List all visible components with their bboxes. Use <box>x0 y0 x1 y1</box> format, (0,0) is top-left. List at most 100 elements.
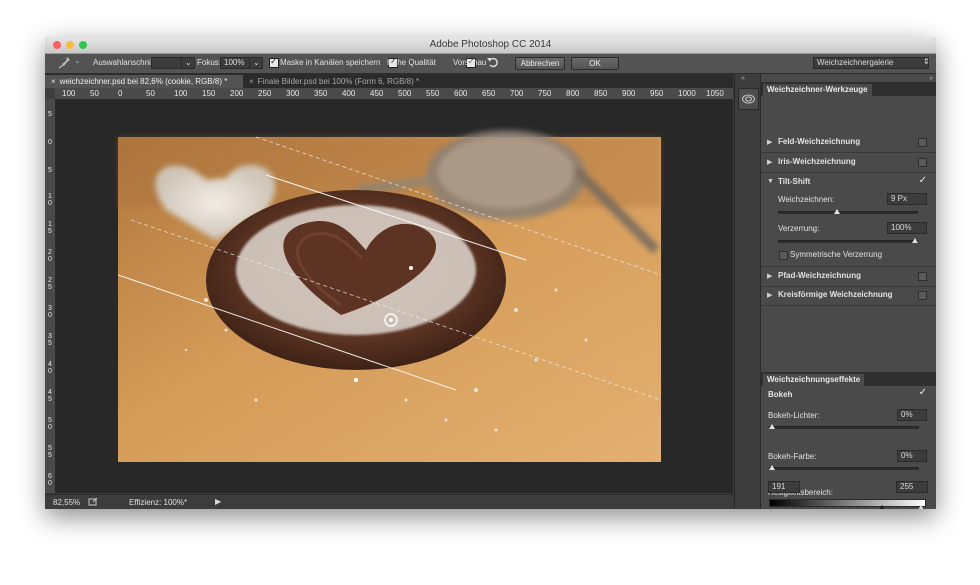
ruler-label: 500 <box>398 89 412 98</box>
ruler-label: 450 <box>370 89 384 98</box>
bokeh-check-icon[interactable]: ✓ <box>919 387 927 398</box>
panel-title[interactable]: Weichzeichner-Werkzeuge <box>763 84 872 96</box>
section-label: Iris-Weichzeichnung <box>778 157 856 166</box>
tab-label: Finale Bilder.psd bei 100% (Form 6, RGB/… <box>257 77 420 86</box>
expand-arrow-icon[interactable]: ▶ <box>767 158 772 166</box>
ruler-label: 0 <box>48 139 52 146</box>
expand-arrow-icon[interactable]: ▶ <box>767 291 772 299</box>
enable-checkbox[interactable] <box>918 138 927 147</box>
canvas-area[interactable] <box>56 100 733 493</box>
high-quality-label: Hohe Qualität <box>387 58 436 67</box>
ruler-label: 5 <box>48 167 52 174</box>
ruler-label: 700 <box>510 89 524 98</box>
ruler-label: 0 <box>118 89 123 98</box>
ok-button[interactable]: OK <box>571 57 619 70</box>
section-label: Pfad-Weichzeichnung <box>778 271 861 280</box>
document-tab-bar: × weichzeichner.psd bei 82,6% (cookie, RG… <box>45 74 733 88</box>
blur-gallery-panel-icon[interactable] <box>738 88 759 110</box>
section-iris-weichzeichnung[interactable]: ▶ Iris-Weichzeichnung <box>761 153 936 173</box>
brightness-gradient-bar[interactable] <box>769 499 926 507</box>
enable-checkbox[interactable] <box>918 291 927 300</box>
zoom-level[interactable]: 82,55% <box>53 498 80 507</box>
pin-icon[interactable] <box>58 56 72 69</box>
bokeh-lights-input[interactable]: 0% <box>897 409 927 421</box>
ruler-label: 850 <box>594 89 608 98</box>
blur-slider-thumb[interactable] <box>834 209 840 214</box>
focus-dropdown-icon[interactable]: ⌄ <box>249 57 263 69</box>
title-bar: Adobe Photoshop CC 2014 <box>45 37 936 54</box>
bokeh-color-slider-thumb[interactable] <box>769 465 775 470</box>
ruler-label: 3 0 <box>48 305 52 319</box>
ruler-label: 1 0 <box>48 193 52 207</box>
bokeh-lights-slider-thumb[interactable] <box>769 424 775 429</box>
section-label: Kreisförmige Weichzeichnung <box>778 290 893 299</box>
section-pfad-weichzeichnung[interactable]: ▶ Pfad-Weichzeichnung <box>761 266 936 287</box>
symmetric-checkbox[interactable] <box>779 251 788 260</box>
enable-checkbox[interactable] <box>918 158 927 167</box>
ruler-label: 950 <box>650 89 664 98</box>
distortion-slider-thumb[interactable] <box>912 238 918 243</box>
blur-input[interactable]: 9 Px <box>887 193 927 205</box>
vertical-ruler: 5 0 5 1 0 1 5 2 0 2 5 3 0 3 5 4 0 4 5 5 … <box>45 99 56 493</box>
distortion-slider-track[interactable] <box>778 240 918 243</box>
tab-finale-bilder[interactable]: × Finale Bilder.psd bei 100% (Form 6, RGB… <box>243 75 449 88</box>
preview-label: Vorschau <box>453 58 487 67</box>
section-kreisfoermige-weichzeichnung[interactable]: ▶ Kreisförmige Weichzeichnung <box>761 286 936 306</box>
collapse-arrow-icon[interactable]: ▼ <box>767 178 774 185</box>
bokeh-lights-slider-track[interactable] <box>769 426 919 429</box>
export-icon[interactable] <box>88 497 98 506</box>
brightness-max-thumb[interactable] <box>918 505 924 509</box>
efficiency-label: Effizienz: 100%* <box>129 498 188 507</box>
ruler-label: 350 <box>314 89 328 98</box>
effects-panel-header: Weichzeichnungseffekte <box>761 372 936 386</box>
focus-input[interactable]: 100% <box>220 57 252 69</box>
save-mask-checkbox[interactable] <box>269 56 279 68</box>
bokeh-color-slider-track[interactable] <box>769 467 919 470</box>
status-menu-arrow-icon[interactable]: ▶ <box>215 497 221 506</box>
expand-arrow-icon[interactable]: ▶ <box>767 138 772 146</box>
section-feld-weichzeichnung[interactable]: ▶ Feld-Weichzeichnung <box>761 133 936 153</box>
tool-preset-chevron-icon[interactable]: ⌄ <box>74 56 81 65</box>
undo-icon[interactable] <box>486 55 500 69</box>
ruler-label: 4 5 <box>48 389 52 403</box>
tab-close-icon[interactable]: × <box>51 77 56 86</box>
enable-checkbox[interactable] <box>918 272 927 281</box>
ruler-label: 400 <box>342 89 356 98</box>
workspace-dropdown-icon[interactable]: ⇕ <box>923 57 930 66</box>
bokeh-label: Bokeh <box>768 390 793 399</box>
panel-header: Weichzeichner-Werkzeuge <box>761 82 936 96</box>
bokeh-color-label: Bokeh-Farbe: <box>768 452 817 461</box>
selection-dropdown-icon[interactable]: ⌄ <box>181 57 195 69</box>
symmetric-label: Symmetrische Verzerrung <box>790 250 883 259</box>
ruler-label: 100 <box>174 89 188 98</box>
expand-panel-icon[interactable]: » <box>929 75 933 82</box>
ruler-label: 150 <box>202 89 216 98</box>
ruler-label: 750 <box>538 89 552 98</box>
bokeh-lights-label: Bokeh-Lichter: <box>768 411 820 420</box>
ruler-label: 100 <box>62 89 76 98</box>
blur-label: Weichzeichnen: <box>778 195 835 204</box>
ruler-label: 1 5 <box>48 221 52 235</box>
blur-tools-panel: » Weichzeichner-Werkzeuge ▶ Feld-Weichze… <box>760 74 936 509</box>
brightness-min-thumb[interactable] <box>879 505 885 509</box>
bokeh-color-input[interactable]: 0% <box>897 450 927 462</box>
blur-slider-track[interactable] <box>778 211 918 214</box>
panel-dock-strip: « <box>734 74 760 509</box>
ruler-label: 200 <box>230 89 244 98</box>
ruler-label: 5 5 <box>48 445 52 459</box>
brightness-min-input[interactable]: 191 <box>768 481 800 493</box>
effects-panel-title[interactable]: Weichzeichnungseffekte <box>763 374 865 386</box>
expand-arrow-icon[interactable]: ▶ <box>767 272 772 280</box>
collapse-dock-icon[interactable]: « <box>741 75 745 82</box>
ruler-label: 600 <box>454 89 468 98</box>
tab-close-icon[interactable]: × <box>249 77 254 86</box>
distortion-label: Verzerrung: <box>778 224 820 233</box>
brightness-max-input[interactable]: 255 <box>896 481 928 493</box>
section-tilt-shift[interactable]: ▼ Tilt-Shift ✓ <box>761 173 936 192</box>
workspace-select[interactable]: Weichzeichnergalerie <box>813 57 929 69</box>
ruler-label: 1000 <box>678 89 696 98</box>
distortion-input[interactable]: 100% <box>887 222 927 234</box>
tab-weichzeichner[interactable]: × weichzeichner.psd bei 82,6% (cookie, RG… <box>45 75 248 88</box>
cancel-button[interactable]: Abbrechen <box>515 57 565 70</box>
enabled-check-icon[interactable]: ✓ <box>919 175 927 186</box>
